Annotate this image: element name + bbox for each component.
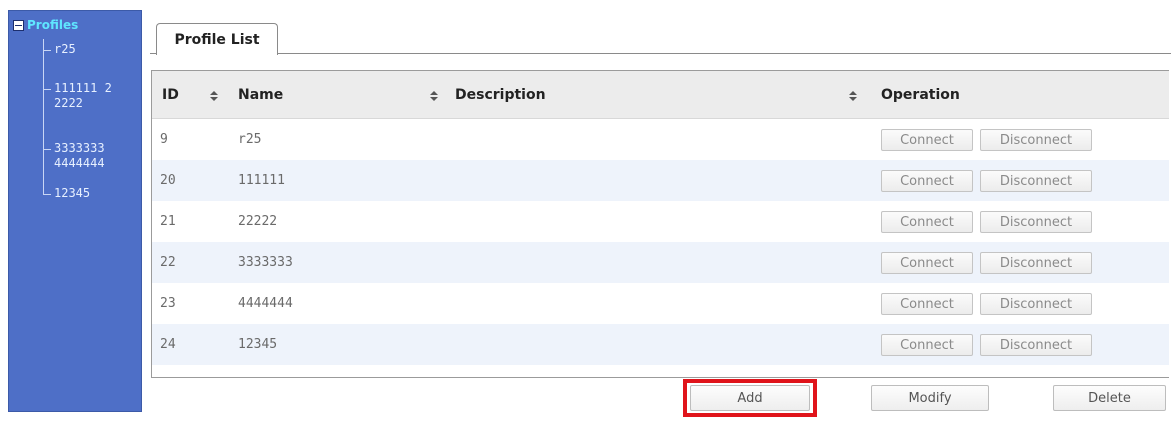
cell-id: 21 xyxy=(160,214,176,229)
cell-name: 4444444 xyxy=(238,296,293,311)
cell-name: 3333333 xyxy=(238,255,293,270)
tree-item-3333333-4444444[interactable]: 3333333 4444444 xyxy=(43,141,118,171)
cell-id: 9 xyxy=(160,132,168,147)
profile-tree: Profiles r25 111111 22222 3333333 444444… xyxy=(8,10,142,412)
cell-id: 23 xyxy=(160,296,176,311)
connect-button[interactable]: Connect xyxy=(881,293,973,315)
disconnect-button[interactable]: Disconnect xyxy=(980,334,1092,356)
profile-table: ID Name Description Operation 9 r25 Conn… xyxy=(151,70,1169,378)
table-row[interactable]: 22 3333333 Connect Disconnect xyxy=(152,242,1169,283)
column-header-description[interactable]: Description xyxy=(455,71,546,119)
column-header-name[interactable]: Name xyxy=(238,71,283,119)
tab-profile-list[interactable]: Profile List xyxy=(156,23,278,55)
tree-item-r25[interactable]: r25 xyxy=(43,42,76,57)
connect-button[interactable]: Connect xyxy=(881,252,973,274)
cell-id: 20 xyxy=(160,173,176,188)
tree-branch-line xyxy=(43,149,51,150)
cell-name: r25 xyxy=(238,132,262,147)
tree-connector-line xyxy=(43,39,44,195)
table-row[interactable]: 23 4444444 Connect Disconnect xyxy=(152,283,1169,324)
tree-item-label[interactable]: 12345 xyxy=(54,186,90,201)
cell-id: 24 xyxy=(160,337,176,352)
disconnect-button[interactable]: Disconnect xyxy=(980,211,1092,233)
cell-name: 12345 xyxy=(238,337,278,352)
disconnect-button[interactable]: Disconnect xyxy=(980,293,1092,315)
add-button[interactable]: Add xyxy=(690,385,810,411)
table-header: ID Name Description Operation xyxy=(152,71,1169,119)
table-row[interactable]: 21 22222 Connect Disconnect xyxy=(152,201,1169,242)
tree-branch-line xyxy=(43,194,51,195)
table-row[interactable]: 24 12345 Connect Disconnect xyxy=(152,324,1169,365)
connect-button[interactable]: Connect xyxy=(881,211,973,233)
connect-button[interactable]: Connect xyxy=(881,170,973,192)
tree-branch-line xyxy=(43,89,51,90)
sort-arrows-icon[interactable] xyxy=(210,91,218,101)
minus-box-icon[interactable] xyxy=(13,19,24,31)
delete-button[interactable]: Delete xyxy=(1053,385,1166,411)
disconnect-button[interactable]: Disconnect xyxy=(980,170,1092,192)
tree-item-label[interactable]: 111111 22222 xyxy=(54,81,118,111)
tree-branch-line xyxy=(43,50,51,51)
connect-button[interactable]: Connect xyxy=(881,334,973,356)
tree-root-label[interactable]: Profiles xyxy=(27,18,78,32)
connect-button[interactable]: Connect xyxy=(881,129,973,151)
tab-strip: Profile List xyxy=(150,20,1171,55)
tree-item-12345[interactable]: 12345 xyxy=(43,186,90,201)
column-header-operation: Operation xyxy=(881,87,960,103)
column-header-id[interactable]: ID xyxy=(162,71,179,119)
table-row[interactable]: 9 r25 Connect Disconnect xyxy=(152,119,1169,160)
disconnect-button[interactable]: Disconnect xyxy=(980,129,1092,151)
tab-baseline xyxy=(150,53,1171,54)
modify-button[interactable]: Modify xyxy=(871,385,989,411)
tree-item-111111-22222[interactable]: 111111 22222 xyxy=(43,81,118,111)
tree-root-profiles[interactable]: Profiles xyxy=(13,17,78,33)
sort-arrows-icon[interactable] xyxy=(430,91,438,101)
table-row[interactable]: 20 111111 Connect Disconnect xyxy=(152,160,1169,201)
disconnect-button[interactable]: Disconnect xyxy=(980,252,1092,274)
sort-arrows-icon[interactable] xyxy=(849,91,857,101)
cell-name: 111111 xyxy=(238,173,285,188)
cell-name: 22222 xyxy=(238,214,278,229)
tree-item-label[interactable]: 3333333 4444444 xyxy=(54,141,118,171)
cell-id: 22 xyxy=(160,255,176,270)
tree-item-label[interactable]: r25 xyxy=(54,42,76,57)
